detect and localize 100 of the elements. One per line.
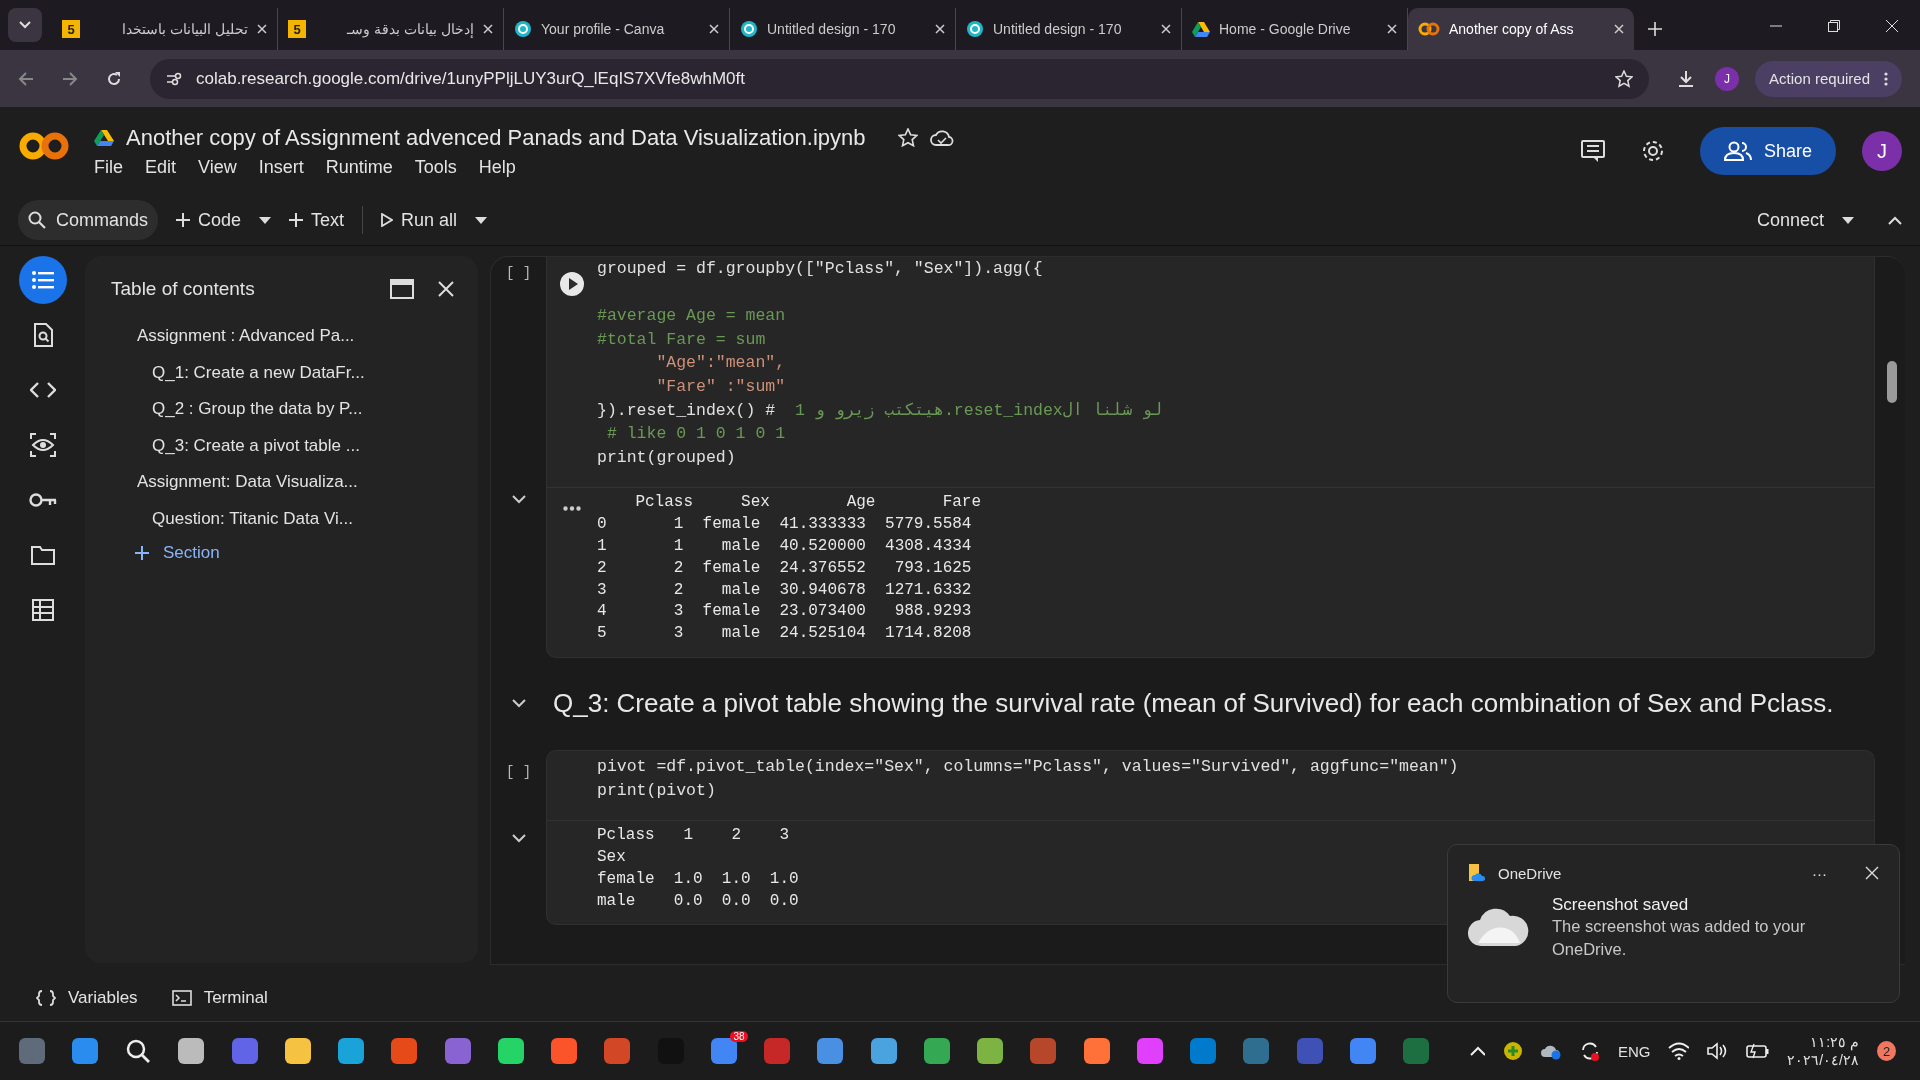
terminal-icon [171,990,192,1006]
sidebar-button[interactable] [18,256,67,304]
reload-icon[interactable] [106,70,122,87]
restore-icon[interactable] [1828,20,1840,32]
window-icon[interactable] [390,279,414,299]
scrollbar-thumb[interactable] [1887,361,1897,403]
cloud-icon[interactable] [929,128,954,147]
comment-icon[interactable] [1579,139,1606,163]
site-settings-icon[interactable] [166,71,182,86]
toc-item[interactable]: Q_3: Create a pivot table ... [111,427,360,464]
forward-icon[interactable] [62,70,78,87]
action-required-button[interactable]: Action required [1755,60,1902,97]
app-icon[interactable] [283,1037,312,1065]
caret-icon[interactable] [259,216,272,224]
more-icon[interactable] [563,506,581,512]
wifi-icon[interactable] [1668,1042,1690,1060]
menu-item[interactable]: Runtime [325,156,393,178]
toc-item[interactable]: Q_2 : Group the data by P... [111,391,363,428]
plus-icon[interactable] [1648,22,1662,36]
close-icon[interactable] [1614,24,1624,34]
connect-button[interactable]: Connect [1752,209,1828,231]
app-icon[interactable] [1082,1037,1111,1065]
chevron-icon[interactable] [511,834,526,844]
clock-time[interactable]: م ١١:٢٥ [1810,1033,1859,1051]
commands-button[interactable]: Commands [18,200,159,240]
chevron-up-icon[interactable] [1469,1046,1485,1056]
menu-item[interactable]: File [94,156,123,178]
close-icon[interactable] [1886,20,1898,32]
app-icon[interactable] [177,1037,206,1065]
close-icon[interactable] [935,24,945,34]
sync-icon[interactable] [1579,1040,1600,1062]
run-all-button[interactable]: Run all [377,209,462,231]
variables-button[interactable]: Variables [30,987,144,1009]
clock-date[interactable]: ٢٠٢٦/٠٤/٢٨ [1787,1051,1859,1069]
code-cell[interactable] [546,257,1875,488]
close-icon[interactable] [1865,866,1879,880]
app-icon[interactable] [976,1037,1005,1065]
volume-icon[interactable] [1707,1042,1729,1060]
app-icon[interactable] [1135,1037,1164,1065]
app-icon[interactable] [816,1037,845,1065]
execution-marker: [ ] [505,763,532,782]
collapse-icon[interactable] [1888,215,1902,225]
app-icon[interactable] [337,1037,366,1065]
notification-badge[interactable]: 2 [1877,1041,1897,1061]
notebook-title[interactable]: Another copy of Assignment advenced Panads and Data Visualization.ipynb [126,124,866,151]
toc-item[interactable]: Question: Titanic Data Vi... [111,500,353,537]
folder-icon [30,545,55,565]
people-icon [1723,141,1752,161]
search-icon[interactable] [125,1038,152,1064]
star-icon[interactable] [1615,69,1634,88]
chevron-icon[interactable] [511,495,526,505]
star-icon[interactable] [897,127,918,148]
plus-circle-icon[interactable] [1503,1041,1523,1061]
close-icon[interactable] [257,24,267,34]
toc-item[interactable]: Assignment : Advanced Pa... [111,318,355,355]
app-icon[interactable] [70,1037,99,1065]
menu-item[interactable]: Tools [414,156,457,178]
user-avatar[interactable]: J [1862,131,1902,171]
notification-badge: 38 [730,1031,748,1042]
address-field[interactable]: colab.research.google.com/drive/1unyPPljLUY3urQ_lEqIS7XVfe8whM0ft [150,58,1650,99]
toast-app-name: OneDrive [1498,864,1562,882]
menu-item[interactable]: Insert [258,156,304,178]
share-button[interactable]: Share [1699,127,1836,175]
app-icon[interactable] [496,1037,525,1065]
language-indicator[interactable]: ENG [1617,1042,1651,1060]
app-icon[interactable] [1348,1037,1377,1065]
app-icon[interactable] [922,1037,951,1065]
app-icon[interactable] [869,1037,898,1065]
profile-avatar[interactable]: J [1715,66,1740,91]
output-line: 0 1 female 41.333333 5779.5584 [597,514,973,536]
close-icon[interactable] [1387,24,1397,34]
toc-item[interactable]: Assignment: Data Visualiza... [111,464,358,501]
toc-item[interactable]: Q_1: Create a new DataFr... [111,354,365,391]
close-icon[interactable] [709,24,719,34]
menu-item[interactable]: View [198,156,237,178]
browser-tab[interactable]: Another copy of Ass [1408,8,1634,50]
chevron-icon[interactable] [511,699,526,709]
close-icon[interactable] [438,281,454,297]
back-icon[interactable] [18,70,34,87]
code-cell[interactable]: pivot =df.pivot_table(index="Sex", columns="Pclass", values="Survived", aggfunc="mean") print(pivot) [546,749,1875,821]
execution-marker: [ ] [505,265,532,283]
menu-item[interactable]: Edit [145,156,177,178]
tab-list-button[interactable] [8,8,42,42]
add-section-button[interactable]: Section [111,537,220,563]
caret-icon[interactable] [1842,216,1854,224]
terminal-button[interactable]: Terminal [165,987,274,1009]
app-icon[interactable] [390,1037,419,1065]
close-icon[interactable] [1161,24,1171,34]
download-icon[interactable] [1677,69,1696,88]
add-text-button[interactable]: Text [285,209,349,231]
caret-icon[interactable] [475,216,488,224]
menu-item[interactable]: Help [478,156,516,178]
search-icon [28,211,46,229]
app-icon[interactable] [550,1037,579,1065]
battery-icon[interactable] [1746,1043,1770,1059]
close-icon[interactable] [483,24,493,34]
more-button[interactable]: ··· [1812,864,1827,882]
add-code-button[interactable]: Code [172,209,246,231]
tab-title: إدخال بيانات بدقة وسـ [346,21,474,37]
run-cell-icon[interactable] [559,271,585,297]
